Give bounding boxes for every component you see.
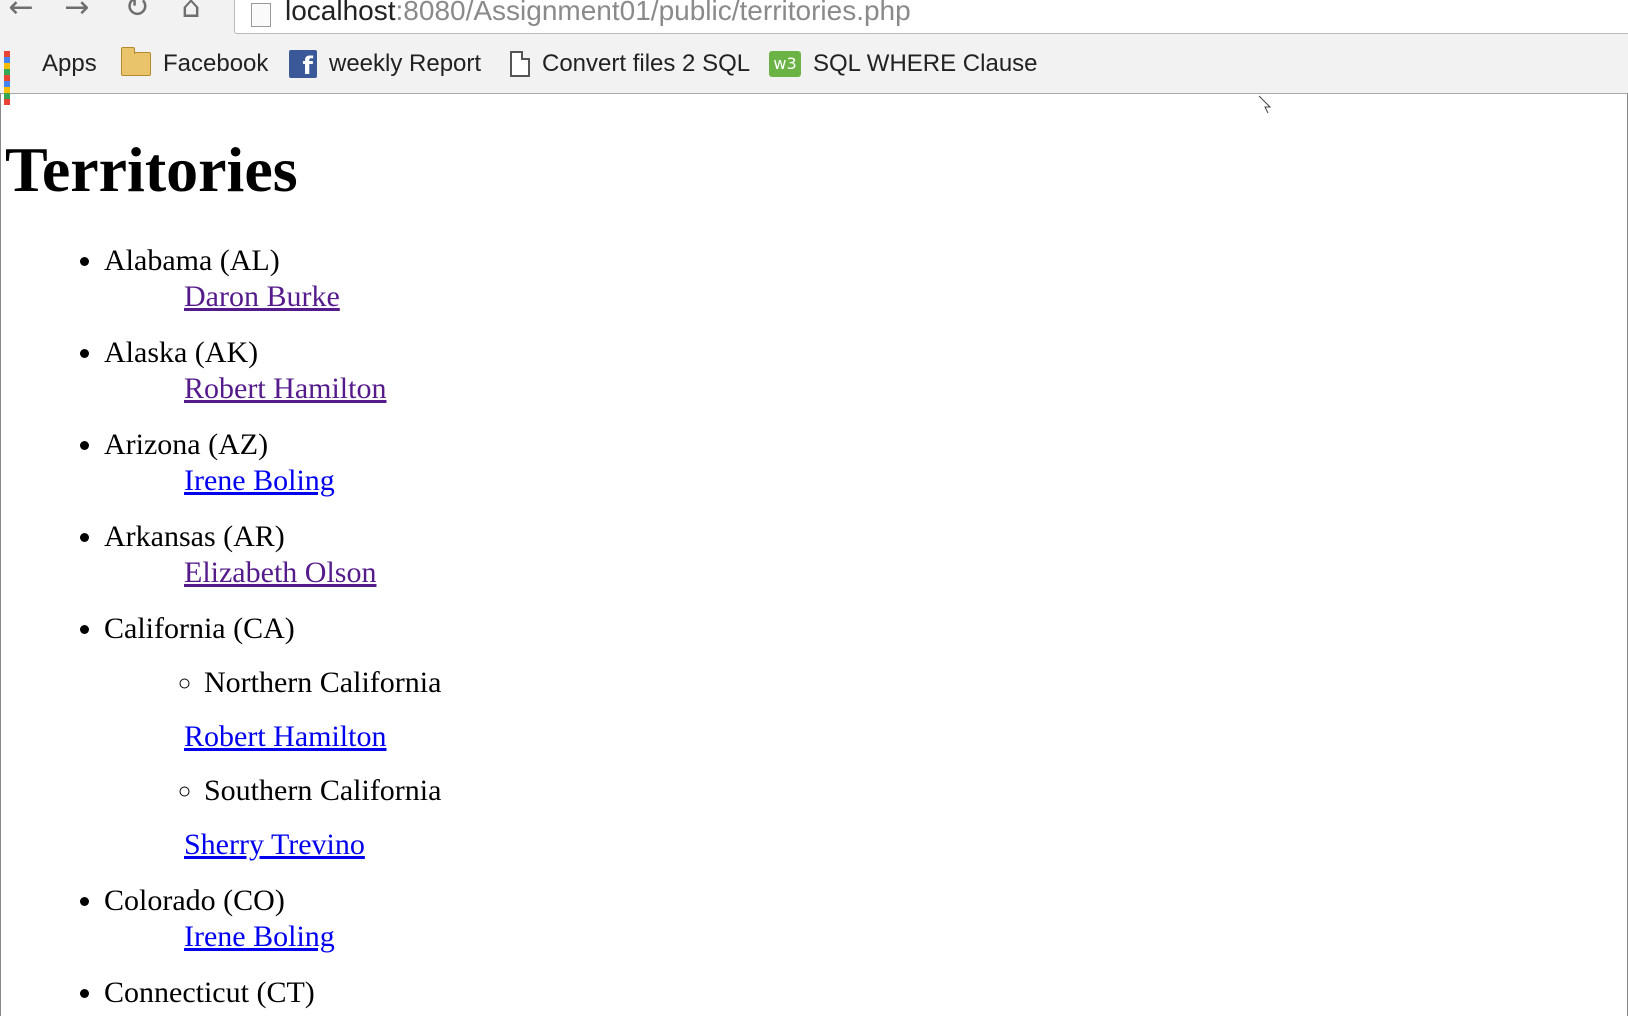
sales-rep-link[interactable]: Robert Hamilton (184, 371, 441, 407)
territory-item: Colorado (CO) Irene Boling (104, 883, 441, 955)
address-bar[interactable]: localhost:8080/Assignment01/public/terri… (234, 0, 1628, 34)
territory-item: Connecticut (CT) (104, 975, 441, 1011)
territory-name: Arizona (AZ) (104, 428, 269, 461)
sales-rep-link[interactable]: Irene Boling (184, 463, 441, 499)
territory-name: California (CA) (104, 612, 295, 645)
subregion-item: Northern California Robert Hamilton (184, 647, 442, 755)
bookmark-weekly-report[interactable]: f weekly Report (289, 46, 481, 82)
bookmark-facebook-folder[interactable]: Facebook (121, 46, 268, 82)
bookmark-label: Facebook (163, 50, 269, 77)
bookmark-label: Apps (42, 50, 97, 77)
apps-grid-icon (4, 51, 30, 105)
sales-rep-link[interactable]: Daron Burke (184, 279, 441, 315)
territory-name: Alabama (AL) (104, 244, 280, 277)
page-icon (510, 51, 530, 77)
bookmark-label: Convert files 2 SQL (542, 50, 751, 77)
subregion-list: Northern California Robert Hamilton Sout… (104, 647, 441, 863)
forward-arrow-icon[interactable]: → (58, 0, 96, 24)
subregion-name: Northern California (204, 666, 442, 699)
territory-item: Alaska (AK) Robert Hamilton (104, 335, 441, 407)
url-host: localhost (285, 0, 396, 26)
folder-icon (121, 47, 151, 76)
territory-item: California (CA) Northern California Robe… (104, 611, 441, 863)
home-icon[interactable]: ⌂ (172, 0, 210, 24)
subregion-item: Southern California Sherry Trevino (184, 755, 442, 863)
bookmark-sql-where[interactable]: w3 SQL WHERE Clause (769, 46, 1038, 82)
url-text[interactable]: localhost:8080/Assignment01/public/terri… (285, 0, 911, 25)
bookmark-label: SQL WHERE Clause (813, 50, 1038, 77)
territory-name: Alaska (AK) (104, 336, 259, 369)
page-content: Territories Alabama (AL) Daron Burke Ala… (0, 93, 1628, 1016)
w3schools-icon: w3 (769, 51, 801, 77)
page-title: Territories (5, 134, 298, 205)
back-arrow-icon[interactable]: ← (2, 0, 40, 24)
territory-name: Colorado (CO) (104, 884, 285, 917)
bookmark-apps[interactable]: Apps (4, 46, 97, 105)
page-icon (251, 3, 271, 27)
bookmark-convert-files[interactable]: Convert files 2 SQL (510, 46, 750, 82)
reload-icon[interactable]: ↻ (118, 0, 156, 24)
browser-chrome: ← → ↻ ⌂ localhost:8080/Assignment01/publ… (0, 0, 1628, 105)
territory-item: Alabama (AL) Daron Burke (104, 243, 441, 315)
territory-item: Arizona (AZ) Irene Boling (104, 427, 441, 499)
sales-rep-link[interactable]: Robert Hamilton (184, 701, 441, 755)
sales-rep-link[interactable]: Irene Boling (184, 919, 441, 955)
facebook-icon: f (289, 50, 317, 80)
territory-item: Arkansas (AR) Elizabeth Olson (104, 519, 441, 591)
territory-name: Arkansas (AR) (104, 520, 285, 553)
territory-name: Connecticut (CT) (104, 976, 315, 1009)
bookmark-label: weekly Report (329, 50, 482, 77)
subregion-name: Southern California (204, 774, 442, 807)
sales-rep-link[interactable]: Sherry Trevino (184, 809, 441, 863)
sales-rep-link[interactable]: Elizabeth Olson (184, 555, 441, 591)
url-path: :8080/Assignment01/public/territories.ph… (395, 0, 911, 26)
territory-list: Alabama (AL) Daron Burke Alaska (AK) Rob… (1, 243, 441, 1031)
